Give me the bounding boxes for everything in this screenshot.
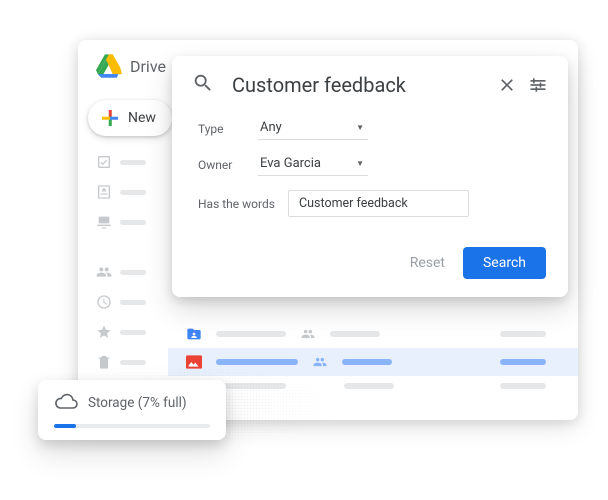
people-icon	[300, 327, 316, 341]
skeleton-text	[216, 383, 286, 389]
device-icon	[96, 214, 112, 230]
file-row-selected[interactable]	[168, 348, 578, 376]
sidebar-item-priority[interactable]	[96, 154, 168, 170]
search-input[interactable]	[232, 73, 486, 97]
sidebar-item-recent[interactable]	[96, 294, 168, 310]
trash-icon	[96, 354, 112, 370]
search-panel: Type Any ▼ Owner Eva Garcia ▼ Has the wo…	[172, 56, 568, 297]
new-label: New	[128, 110, 156, 126]
skeleton-text	[120, 330, 146, 335]
filter-type-label: Type	[198, 122, 258, 136]
clear-icon[interactable]	[496, 73, 517, 97]
tune-icon[interactable]	[527, 73, 548, 97]
star-icon	[96, 324, 112, 340]
skeleton-text	[344, 383, 394, 389]
search-button[interactable]: Search	[463, 247, 546, 279]
clock-icon	[96, 294, 112, 310]
storage-bar	[54, 424, 210, 428]
people-icon	[312, 355, 328, 369]
filter-type-select[interactable]: Any ▼	[258, 118, 368, 140]
drive-logo-icon	[96, 54, 122, 78]
filter-words-input[interactable]	[288, 190, 469, 217]
skeleton-text	[120, 220, 146, 225]
filter-words-label: Has the words	[198, 197, 288, 211]
app-title: Drive	[130, 57, 166, 76]
skeleton-text	[342, 359, 392, 365]
skeleton-text	[500, 331, 546, 337]
reset-button[interactable]: Reset	[410, 255, 445, 271]
file-row[interactable]	[168, 320, 578, 348]
drive-folder-icon	[96, 184, 112, 200]
filter-type-value: Any	[260, 120, 282, 135]
skeleton-text	[120, 300, 146, 305]
new-button[interactable]: New	[88, 100, 172, 136]
sidebar-item-trash[interactable]	[96, 354, 168, 370]
cloud-icon	[54, 392, 78, 414]
filter-owner-select[interactable]: Eva Garcia ▼	[258, 154, 368, 176]
skeleton-text	[216, 331, 286, 337]
skeleton-text	[120, 270, 146, 275]
skeleton-text	[500, 359, 546, 365]
skeleton-text	[500, 383, 546, 389]
skeleton-text	[330, 331, 380, 337]
skeleton-text	[120, 160, 146, 165]
storage-card[interactable]: Storage (7% full)	[38, 380, 226, 440]
skeleton-text	[120, 360, 146, 365]
folder-shared-icon	[186, 327, 202, 341]
filter-owner-label: Owner	[198, 158, 258, 172]
skeleton-text	[120, 190, 146, 195]
sidebar-item-mydrive[interactable]	[96, 184, 168, 200]
storage-label: Storage (7% full)	[88, 395, 187, 411]
filter-owner-value: Eva Garcia	[260, 156, 321, 171]
check-square-icon	[96, 154, 112, 170]
image-file-icon	[186, 355, 202, 369]
file-row[interactable]	[168, 376, 578, 396]
plus-icon	[100, 108, 120, 128]
sidebar-item-starred[interactable]	[96, 324, 168, 340]
sidebar: New	[88, 100, 168, 370]
chevron-down-icon: ▼	[356, 159, 364, 168]
people-icon	[96, 264, 112, 280]
storage-fill	[54, 424, 76, 428]
chevron-down-icon: ▼	[356, 123, 364, 132]
sidebar-item-shared[interactable]	[96, 264, 168, 280]
file-list	[168, 320, 578, 396]
search-icon	[192, 72, 214, 98]
sidebar-item-computers[interactable]	[96, 214, 168, 230]
skeleton-text	[216, 359, 298, 365]
